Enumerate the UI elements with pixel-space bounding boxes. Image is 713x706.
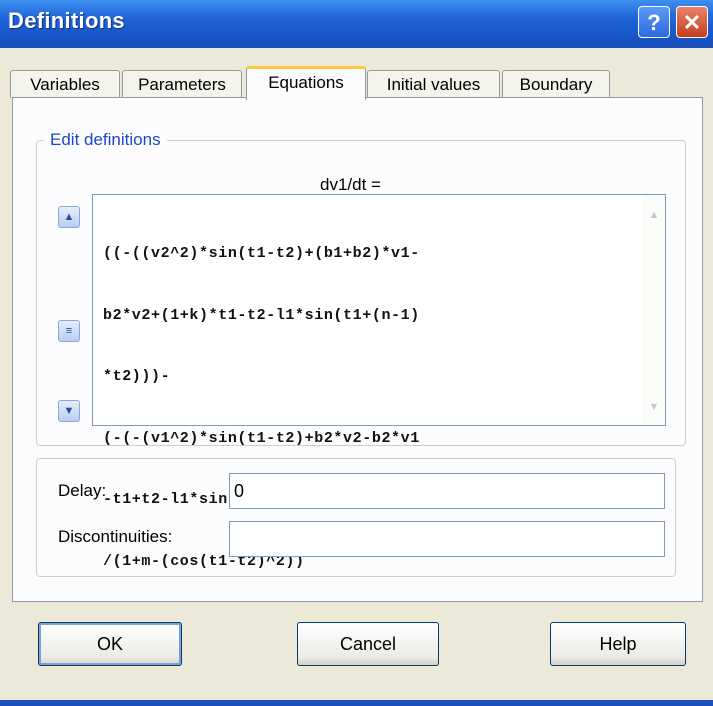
help-title-button[interactable]: ? (638, 6, 670, 38)
next-equation-button[interactable]: ▼ (58, 400, 80, 422)
tab-parameters[interactable]: Parameters (122, 70, 242, 98)
scroll-down-icon[interactable]: ▼ (646, 399, 662, 415)
edit-definitions-title: Edit definitions (44, 130, 167, 150)
scroll-up-icon[interactable]: ▲ (646, 207, 662, 223)
close-icon: ✕ (682, 10, 702, 35)
equation-line: (-(-(v1^2)*sin(t1-t2)+b2*v2-b2*v1 (103, 429, 420, 447)
equation-line: *t2)))- (103, 368, 171, 385)
help-button[interactable]: Help (550, 622, 686, 666)
ok-button[interactable]: OK (38, 622, 182, 666)
window-title: Definitions (8, 8, 125, 33)
editor-scrollbar[interactable]: ▲ ▼ (643, 195, 665, 425)
equation-line: ((-((v2^2)*sin(t1-t2)+(b1+b2)*v1- (103, 245, 420, 262)
tab-initial-values[interactable]: Initial values (367, 70, 500, 98)
chevron-up-icon: ▲ (63, 211, 75, 223)
delay-label: Delay: (58, 481, 107, 500)
window-bottom-border (0, 700, 713, 706)
equation-line: b2*v2+(1+k)*t1-t2-l1*sin(t1+(n-1) (103, 306, 420, 324)
title-bar[interactable]: Definitions ? ✕ (0, 0, 713, 48)
tab-boundary[interactable]: Boundary (502, 70, 610, 98)
equation-editor[interactable]: ((-((v2^2)*sin(t1-t2)+(b1+b2)*v1- b2*v2+… (92, 194, 666, 570)
delay-input[interactable]: 0 (229, 473, 665, 509)
equation-label: dv1/dt = (320, 175, 381, 194)
question-mark-icon: ? (647, 10, 661, 35)
previous-equation-button[interactable]: ▲ (58, 206, 80, 228)
list-icon: ≡ (65, 325, 73, 337)
discontinuities-input[interactable] (229, 521, 665, 557)
discontinuities-label: Discontinuities: (58, 527, 173, 546)
tab-equations[interactable]: Equations (246, 66, 366, 100)
tab-variables[interactable]: Variables (10, 70, 120, 98)
equation-list-button[interactable]: ≡ (58, 320, 80, 342)
cancel-button[interactable]: Cancel (297, 622, 439, 666)
chevron-down-icon: ▼ (63, 405, 75, 417)
close-button[interactable]: ✕ (676, 6, 708, 38)
